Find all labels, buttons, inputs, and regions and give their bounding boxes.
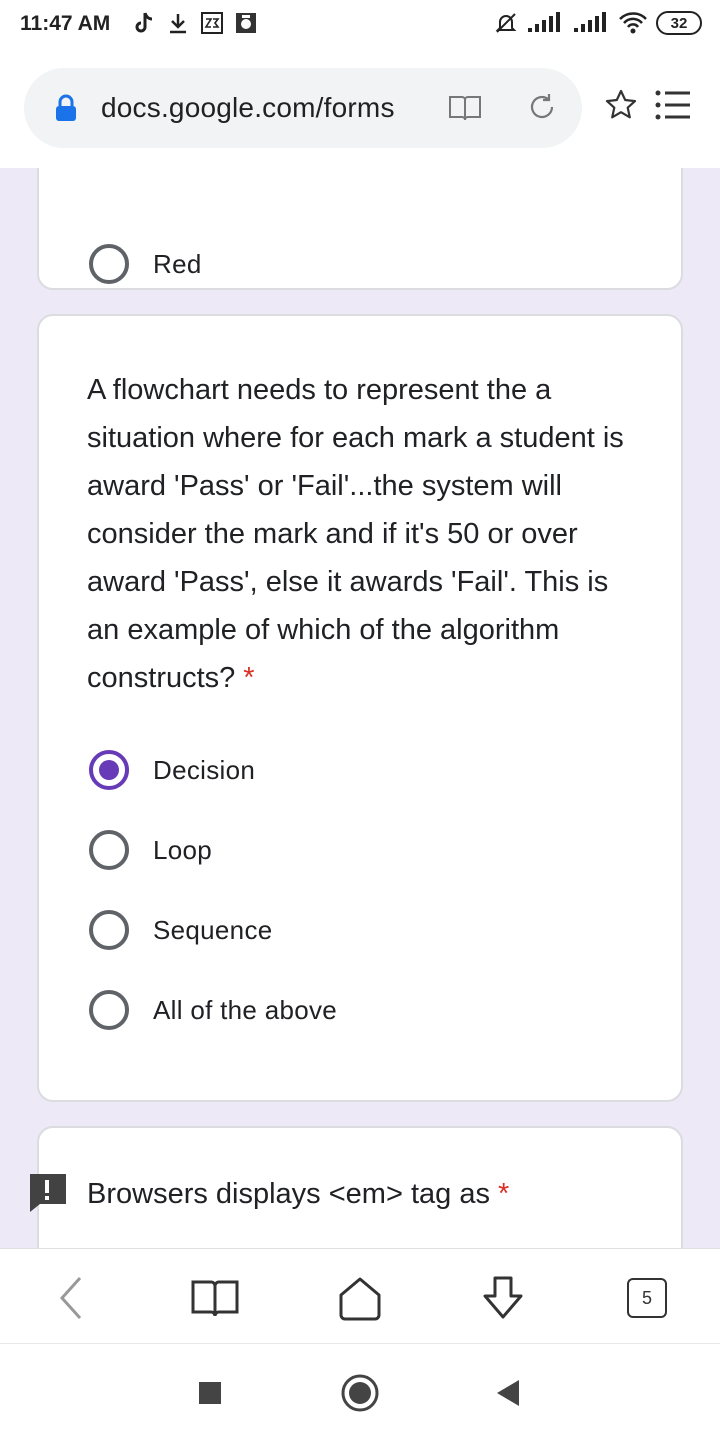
option-label: Loop (153, 834, 213, 865)
status-icons-right: 32 (494, 10, 702, 36)
menu-icon[interactable] (655, 90, 691, 125)
star-icon[interactable] (604, 88, 638, 127)
option-sequence[interactable]: Sequence (89, 908, 273, 952)
required-asterisk: * (243, 662, 255, 694)
reload-icon[interactable] (527, 92, 557, 127)
tabs-count: 5 (627, 1278, 667, 1318)
radio-button[interactable] (89, 244, 129, 284)
option-label: Decision (153, 754, 256, 785)
signal-icon (572, 10, 610, 36)
sim-badge-icon (200, 10, 224, 36)
option-red[interactable]: Red (89, 242, 202, 286)
back-triangle-icon[interactable] (488, 1373, 528, 1413)
download-icon (166, 10, 190, 36)
signal-icon (526, 10, 564, 36)
wifi-icon (618, 10, 648, 36)
photo-icon (234, 10, 258, 36)
system-navbar (0, 1345, 720, 1440)
option-label: All of the above (153, 994, 338, 1025)
status-bar: 11:47 AM 32 (0, 0, 720, 50)
url-text[interactable]: docs.google.com/forms (101, 92, 395, 124)
option-loop[interactable]: Loop (89, 828, 212, 872)
url-pill[interactable]: docs.google.com/forms (24, 68, 582, 148)
lock-icon[interactable] (54, 94, 78, 122)
feedback-icon[interactable] (26, 1172, 68, 1214)
radio-button[interactable] (89, 910, 129, 950)
option-label: Sequence (153, 914, 273, 945)
question-card: A flowchart needs to represent the a sit… (37, 314, 683, 1102)
tabs-icon[interactable]: 5 (622, 1273, 672, 1323)
required-asterisk: * (497, 1178, 510, 1210)
next-question-text: Browsers displays <em> tag as (87, 1178, 490, 1210)
mute-icon (494, 10, 518, 36)
browser-toolbar: 5 (0, 1248, 720, 1344)
bookmarks-icon[interactable] (190, 1273, 240, 1323)
option-label: Red (153, 248, 202, 279)
reader-mode-icon[interactable] (448, 94, 482, 127)
question-title: A flowchart needs to represent the a sit… (87, 366, 647, 702)
downloads-icon[interactable] (478, 1273, 528, 1323)
option-decision[interactable]: Decision (89, 748, 255, 792)
status-time: 11:47 AM (20, 12, 111, 35)
home-icon[interactable] (335, 1273, 385, 1323)
previous-question-card: Red (37, 168, 683, 290)
radio-button[interactable] (89, 990, 129, 1030)
radio-button-selected[interactable] (89, 750, 129, 790)
back-icon[interactable] (46, 1273, 96, 1323)
tiktok-icon (132, 10, 156, 36)
home-button-icon[interactable] (340, 1373, 380, 1413)
recents-icon[interactable] (190, 1373, 230, 1413)
next-question-title: Browsers displays <em> tag as * (87, 1178, 509, 1211)
form-content: Red A flowchart needs to represent the a… (0, 168, 720, 1248)
question-text: A flowchart needs to represent the a sit… (87, 374, 624, 694)
browser-address-bar: docs.google.com/forms (0, 62, 720, 158)
radio-button[interactable] (89, 830, 129, 870)
status-icons-left (132, 10, 258, 36)
battery-indicator: 32 (656, 11, 702, 35)
option-all-of-the-above[interactable]: All of the above (89, 988, 337, 1032)
next-question-card: Browsers displays <em> tag as * (37, 1126, 683, 1248)
